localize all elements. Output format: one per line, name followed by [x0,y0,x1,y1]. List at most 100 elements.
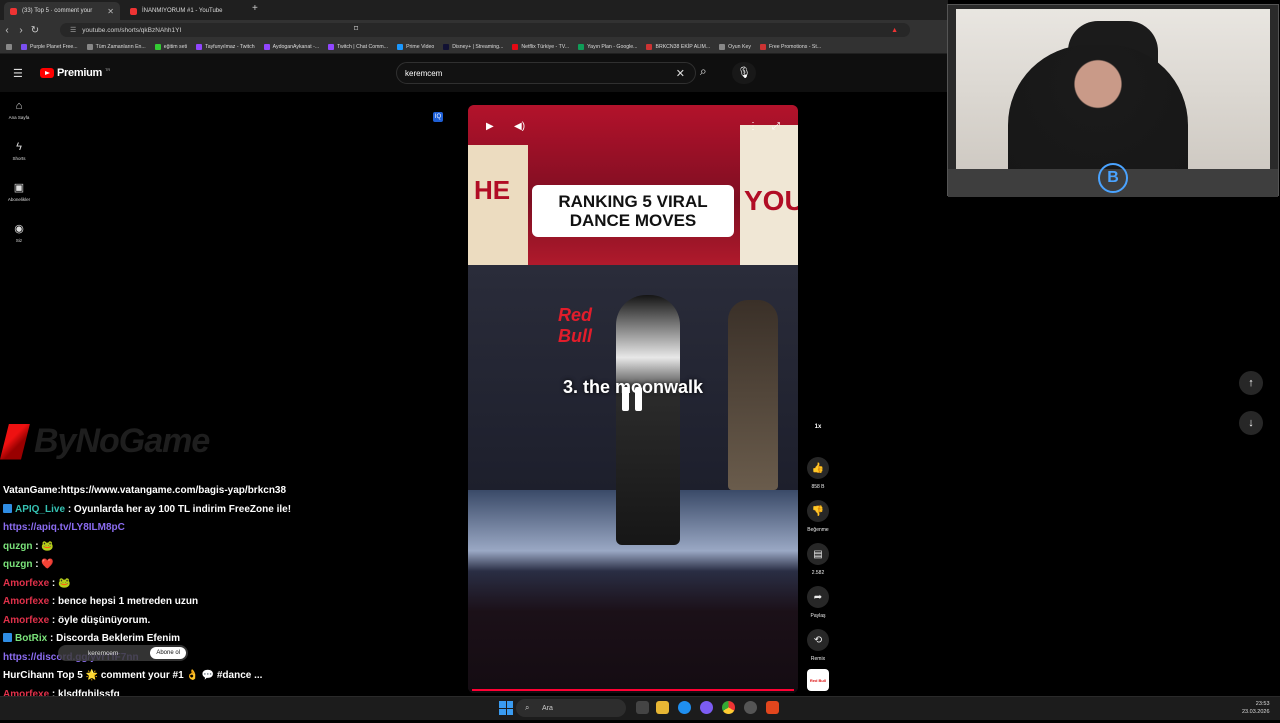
bookmark-item[interactable]: Yayın Plan - Google... [578,43,637,50]
sidebar-item-you[interactable]: ◉ Siz [0,222,38,243]
taskbar-search-placeholder: Ara [542,704,553,712]
channel-thumbnail[interactable]: Red Bull [807,669,829,691]
subscribe-pill[interactable]: keremcem Abone ol [58,645,188,661]
dislike-button[interactable]: 👎 Beğenme [806,500,830,533]
bookmark-icon[interactable]: ⌑ [354,24,358,33]
chrome-icon[interactable] [722,701,735,714]
discord-icon[interactable] [700,701,713,714]
comments-button[interactable]: ▤ 2.582 [806,543,830,576]
address-bar[interactable]: ☰ youtube.com/shorts/qkBzNAhh1YI ▲ [60,23,910,37]
streamer [1008,45,1188,175]
tab-shorts[interactable]: (33) Top 5 · comment your ✕ [4,2,120,20]
brave-icon[interactable] [766,701,779,714]
extension-icon[interactable]: IQ [433,112,443,122]
new-tab-icon[interactable]: + [252,3,258,14]
brave-shield-icon[interactable]: ▲ [891,27,898,34]
clear-search-icon[interactable]: ✕ [676,67,685,80]
bookmark-item[interactable]: Disney+ | Streaming... [443,43,503,50]
youtube-logo[interactable]: Premium TR [40,67,110,79]
home-icon: ⌂ [15,100,23,112]
webcam-overlay: B [947,4,1279,197]
chat-username: Amorfexe [3,596,50,607]
tab-label: (33) Top 5 · comment your [22,8,93,14]
bynogame-wordmark: ByNoGame [34,422,210,460]
remix-button[interactable]: ⟲ Remix [806,629,830,662]
bookmark-item[interactable]: AydoganAykanat -... [263,43,319,50]
search-icon: ⌕ [525,703,530,712]
start-icon[interactable] [499,701,513,715]
settings-icon[interactable] [744,701,757,714]
bookmark-item[interactable]: Prime Video [397,43,434,50]
comment-icon: ▤ [807,543,829,565]
back-icon[interactable]: ‹ [0,25,14,36]
chat-message: APIQ_Live : Oyunlarda her ay 100 TL indi… [3,501,473,520]
dislike-label: Beğenme [807,527,829,533]
sidebar-item-subscriptions[interactable]: ▣ Abonelikler [0,181,38,202]
share-label: Paylaş [810,613,826,619]
thumbs-up-icon: 👍 [807,457,829,479]
stream-chat: VatanGame:https://www.vatangame.com/bagi… [3,482,473,723]
previous-short-icon[interactable]: ↑ [1239,371,1263,395]
bookmark-item[interactable]: Purple Planet Free... [21,43,78,50]
chat-text: : ❤️ [35,559,54,570]
like-button[interactable]: 👍 858 B [806,457,830,490]
chat-text: : bence hepsi 1 metreden uzun [51,596,199,607]
bookmark-item[interactable]: Netflix Türkiye - TV... [512,43,569,50]
chat-link[interactable]: https://apiq.tv/LY8ILM8pC [3,522,125,533]
next-short-icon[interactable]: ↓ [1239,411,1263,435]
sidebar-item-shorts[interactable]: ϟ Shorts [0,141,38,161]
sidebar-item-home[interactable]: ⌂ Ana Sayfa [0,100,38,120]
bookmark-item[interactable]: Tüm Zamanların En... [86,43,146,50]
bookmark-item[interactable]: eğitim seti [154,43,187,50]
taskbar-clock[interactable]: 23:53 23.03.2026 [1242,700,1270,716]
close-tab-icon[interactable]: ✕ [107,7,114,16]
bookmark-item[interactable]: Tayfunyılmaz - Twitch [196,43,255,50]
chat-username: Amorfexe [3,614,50,626]
playback-speed[interactable]: 1x [810,424,826,430]
tab-video[interactable]: İNANMIYORUM #1 - YouTube [124,2,250,20]
youtube-play-icon [40,68,54,78]
thumbs-down-icon: 👎 [807,500,829,522]
file-explorer-icon[interactable] [656,701,669,714]
short-video-player[interactable]: HE YOU RANKING 5 VIRAL DANCE MOVES Red B… [468,105,798,693]
logo-text: Premium [57,67,102,79]
remix-icon: ⟲ [807,629,829,651]
search-input[interactable]: keremcem ✕ [396,62,696,84]
chat-message: quzgn : ❤️ [3,556,473,575]
forward-icon[interactable]: › [14,25,28,36]
region-code: TR [104,66,111,72]
microphone-icon[interactable]: 🎙 [732,62,756,84]
task-view-icon[interactable] [636,701,649,714]
taskbar-search[interactable]: ⌕ Ara [516,699,626,717]
chat-username: quzgn [3,559,33,570]
search-icon[interactable]: ⌕ [700,64,707,79]
reload-icon[interactable]: ↻ [28,25,42,36]
chat-text: : Discorda Beklerim Efenim [50,633,181,644]
volume-icon[interactable]: ◀) [514,121,525,132]
chat-username: quzgn [3,540,33,552]
play-icon[interactable]: ▶ [486,121,494,132]
subscribe-button[interactable]: Abone ol [150,647,186,659]
site-info-icon[interactable]: ☰ [70,26,76,34]
share-button[interactable]: ➦ Paylaş [806,586,830,619]
apps-icon[interactable] [6,43,12,50]
bookmark-item[interactable]: BRKCN38 EKİP ALIM... [646,43,710,50]
video-progress-bar[interactable] [472,689,794,691]
youtube-favicon-icon [10,7,17,15]
video-title-card: RANKING 5 VIRAL DANCE MOVES [532,185,734,237]
chat-username: APIQ_Live [15,503,66,515]
pill-text: keremcem [88,649,119,657]
fullscreen-icon[interactable]: ⤢ [772,121,780,132]
pause-icon[interactable] [622,387,644,411]
chat-username: Amorfexe [3,577,50,589]
bookmark-item[interactable]: Twitch | Chat Comm... [328,43,388,50]
bookmark-item[interactable]: Free Promotions - St... [759,43,821,50]
chat-text: : 🐸 [35,540,54,552]
date: 23.03.2026 [1242,709,1270,715]
menu-icon[interactable]: ☰ [13,67,23,80]
more-options-icon[interactable]: ⋮ [748,121,758,132]
bookmark-item[interactable]: Oyun Key [719,43,751,50]
edge-icon[interactable] [678,701,691,714]
bookmarks-bar: Purple Planet Free... Tüm Zamanların En.… [0,40,948,54]
account-icon: ◉ [14,223,24,235]
